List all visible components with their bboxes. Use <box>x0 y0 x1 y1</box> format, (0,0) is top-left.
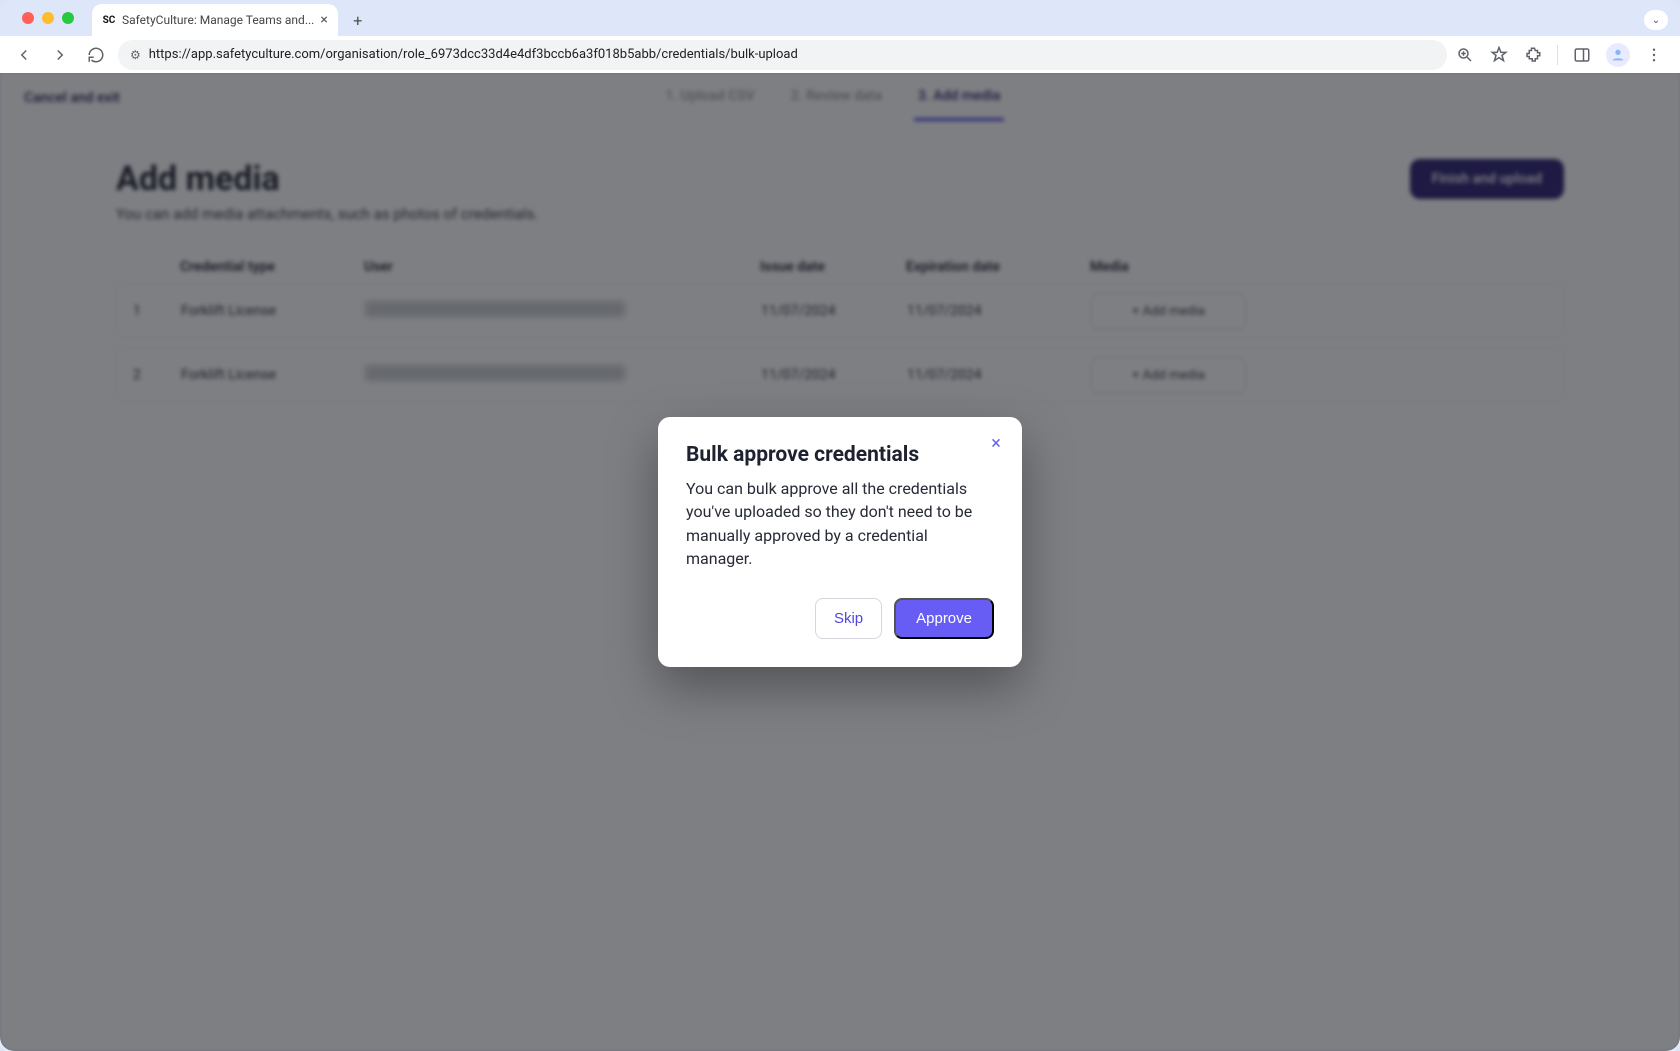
tabs-dropdown-icon[interactable]: ⌄ <box>1644 10 1668 30</box>
window-close-icon[interactable] <box>22 12 34 24</box>
url-text: https://app.safetyculture.com/organisati… <box>149 47 798 62</box>
new-tab-button[interactable]: + <box>344 6 372 34</box>
approve-button[interactable]: Approve <box>894 598 994 639</box>
modal-title: Bulk approve credentials <box>686 443 994 467</box>
url-bar[interactable]: ⚙ https://app.safetyculture.com/organisa… <box>118 40 1447 70</box>
zoom-icon[interactable] <box>1455 45 1475 65</box>
favicon-icon: SC <box>102 13 116 27</box>
kebab-menu-icon[interactable] <box>1644 45 1664 65</box>
browser-chrome: SC SafetyCulture: Manage Teams and... × … <box>0 0 1680 73</box>
toolbar-divider <box>1557 45 1558 65</box>
forward-button[interactable] <box>46 41 74 69</box>
profile-avatar[interactable] <box>1606 43 1630 67</box>
bookmark-icon[interactable] <box>1489 45 1509 65</box>
browser-tab[interactable]: SC SafetyCulture: Manage Teams and... × <box>92 4 338 36</box>
tab-title: SafetyCulture: Manage Teams and... <box>122 13 314 27</box>
extensions-icon[interactable] <box>1523 45 1543 65</box>
window-maximize-icon[interactable] <box>62 12 74 24</box>
site-settings-icon[interactable]: ⚙ <box>130 48 141 62</box>
reload-button[interactable] <box>82 41 110 69</box>
window-controls <box>12 0 84 36</box>
modal-body: You can bulk approve all the credentials… <box>686 477 994 570</box>
address-bar-row: ⚙ https://app.safetyculture.com/organisa… <box>0 36 1680 73</box>
tab-bar: SC SafetyCulture: Manage Teams and... × … <box>0 0 1680 36</box>
window-minimize-icon[interactable] <box>42 12 54 24</box>
tab-close-icon[interactable]: × <box>320 12 327 28</box>
skip-button[interactable]: Skip <box>815 598 882 639</box>
bulk-approve-modal: × Bulk approve credentials You can bulk … <box>658 417 1022 667</box>
modal-overlay[interactable]: × Bulk approve credentials You can bulk … <box>0 73 1680 1051</box>
close-icon[interactable]: × <box>984 431 1008 455</box>
toolbar-right <box>1455 43 1670 67</box>
side-panel-icon[interactable] <box>1572 45 1592 65</box>
back-button[interactable] <box>10 41 38 69</box>
modal-actions: Skip Approve <box>686 598 994 639</box>
